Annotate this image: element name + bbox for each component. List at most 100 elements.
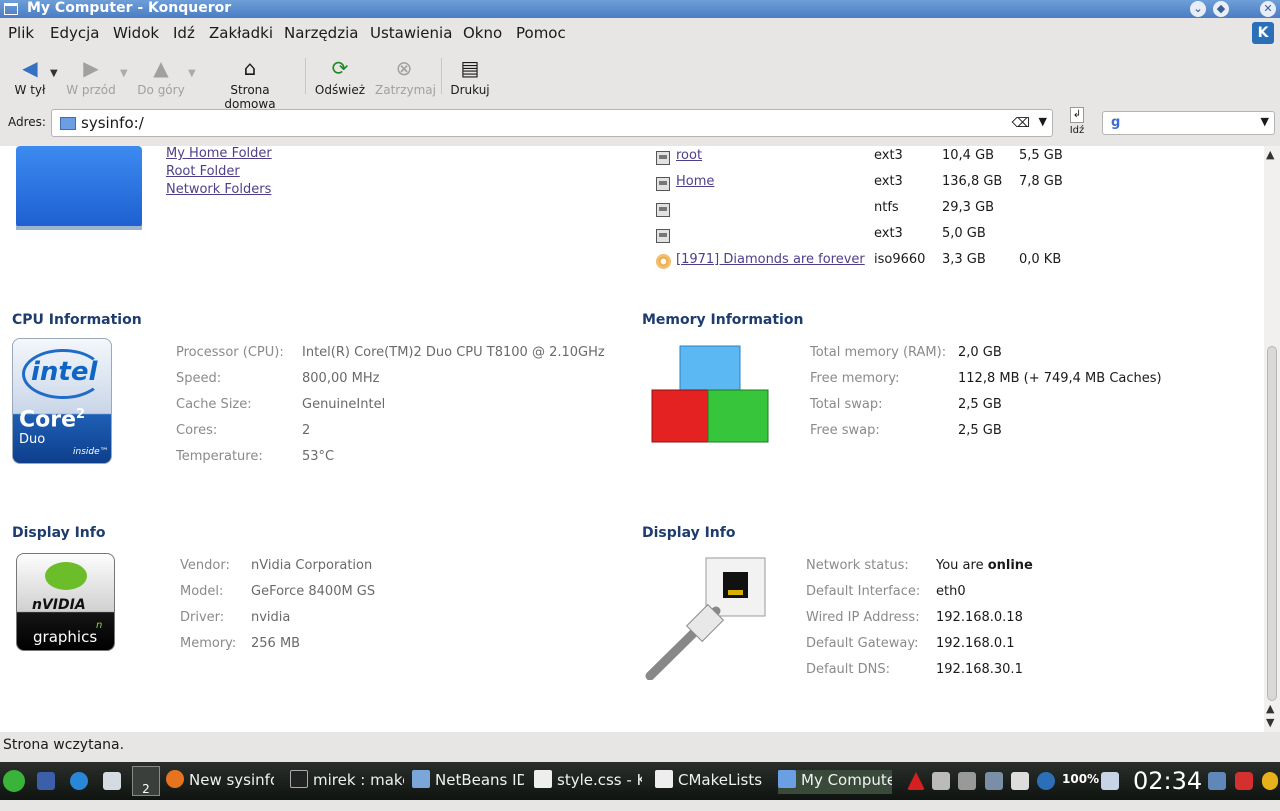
back-button[interactable]: ◀ W tył: [12, 56, 48, 97]
stop-icon: ⊗: [395, 56, 413, 80]
scrollbar-thumb[interactable]: [1267, 346, 1277, 701]
lock-screen-icon[interactable]: [1208, 772, 1226, 790]
google-search-icon[interactable]: g: [1111, 115, 1120, 130]
desktop-pager[interactable]: 2: [132, 766, 160, 796]
task-terminal[interactable]: mirek : make: [290, 770, 404, 794]
drive-name-link[interactable]: [1971] Diamonds are forever: [676, 252, 865, 267]
task-my-computer[interactable]: My Compute: [778, 770, 892, 794]
updates-icon[interactable]: [1037, 772, 1055, 790]
window-title: My Computer - Konqueror: [27, 0, 232, 16]
network-tray-icon[interactable]: [1011, 772, 1029, 790]
vertical-scrollbar[interactable]: ▲ ▲ ▼: [1264, 146, 1280, 732]
memory-value: 112,8 MB (+ 749,4 MB Caches): [958, 371, 1162, 386]
intel-line3: inside™: [73, 447, 109, 457]
drive-size: 3,3 GB: [942, 252, 986, 267]
network-label: Default Interface:: [806, 584, 921, 599]
logout-icon[interactable]: [1235, 772, 1253, 790]
reload-label: Odśwież: [314, 83, 366, 97]
scroll-down-icon[interactable]: ▼: [1266, 716, 1274, 729]
display-label: Vendor:: [180, 558, 230, 573]
laptop-icon[interactable]: [1101, 772, 1119, 790]
clipboard-icon[interactable]: [103, 772, 121, 790]
task-new-sysinfo[interactable]: New sysinfo: [166, 770, 274, 794]
go-label: Idź: [1069, 125, 1085, 136]
search-dropdown-icon[interactable]: ▼: [1261, 115, 1269, 128]
memory-label: Total memory (RAM):: [810, 345, 947, 360]
warning-icon[interactable]: [907, 772, 925, 790]
menu-idz[interactable]: Idź: [173, 24, 195, 42]
reload-button[interactable]: ⟳ Odśwież: [313, 56, 367, 97]
firefox-icon: [166, 770, 184, 788]
network-cable-icon: [645, 557, 766, 680]
show-desktop-icon[interactable]: [37, 772, 55, 790]
desktop-number: 2: [142, 782, 150, 796]
task-cmakelists[interactable]: CMakeLists: [655, 770, 767, 794]
intel-line1: Core: [19, 407, 77, 433]
plasma-cashew-icon[interactable]: [1262, 772, 1278, 790]
address-dropdown-icon[interactable]: ▼: [1039, 115, 1047, 128]
menu-ustawienia[interactable]: Ustawienia: [370, 24, 452, 42]
go-button[interactable]: ↲ Idź: [1066, 107, 1088, 136]
memory-cubes-icon: [651, 345, 769, 443]
kwallet-icon[interactable]: [985, 772, 1003, 790]
hdd-icon[interactable]: [656, 229, 670, 243]
kde-logo-icon: K: [1252, 22, 1274, 44]
window-icon[interactable]: [4, 3, 18, 15]
forward-label: W przód: [66, 83, 116, 97]
back-arrow-icon: ◀: [22, 56, 38, 80]
browser-launcher-icon[interactable]: [70, 772, 88, 790]
drive-size: 29,3 GB: [942, 200, 995, 215]
stop-button[interactable]: ⊗ Zatrzymaj: [375, 56, 436, 97]
address-value[interactable]: sysinfo:/: [81, 114, 144, 132]
menu-narzedzia[interactable]: Narzędzia: [284, 24, 358, 42]
up-label: Do góry: [137, 83, 185, 97]
root-folder-link[interactable]: Root Folder: [166, 164, 240, 179]
volume-icon[interactable]: [932, 772, 950, 790]
status-bar: Strona wczytana.: [0, 732, 1280, 758]
home-button[interactable]: ⌂ Strona domowa: [204, 56, 296, 111]
menu-pomoc[interactable]: Pomoc: [516, 24, 566, 42]
scroll-up-icon[interactable]: ▲: [1266, 702, 1274, 715]
task-label: CMakeLists: [678, 771, 763, 789]
task-netbeans[interactable]: NetBeans ID: [412, 770, 524, 794]
text-editor-icon: [655, 770, 673, 788]
home-folder-link[interactable]: My Home Folder: [166, 146, 272, 161]
clear-address-icon[interactable]: ⌫: [1012, 116, 1030, 131]
clock[interactable]: 02:34: [1133, 767, 1202, 795]
up-button[interactable]: ▲ Do góry: [136, 56, 186, 97]
battery-percent[interactable]: 100%: [1062, 772, 1099, 786]
menu-widok[interactable]: Widok: [113, 24, 159, 42]
back-history-dropdown[interactable]: ▼: [50, 68, 58, 79]
drive-name-link[interactable]: Home: [676, 174, 714, 189]
cpu-value: 2: [302, 423, 311, 438]
terminal-icon: [290, 770, 308, 788]
print-button[interactable]: ▤ Drukuj: [449, 56, 491, 97]
clipper-icon[interactable]: [958, 772, 976, 790]
menu-zakladki[interactable]: Zakładki: [209, 24, 273, 42]
menu-edycja[interactable]: Edycja: [50, 24, 99, 42]
netbeans-icon: [412, 770, 430, 788]
scroll-up-icon[interactable]: ▲: [1266, 148, 1274, 161]
network-status: You are online: [936, 558, 1033, 573]
task-style-css[interactable]: style.css - K: [534, 770, 642, 794]
hdd-icon[interactable]: [656, 203, 670, 217]
display-value: nVidia Corporation: [251, 558, 373, 573]
maximize-button[interactable]: ◆: [1213, 1, 1229, 17]
forward-button[interactable]: ▶ W przód: [66, 56, 116, 97]
minimize-button[interactable]: ⌄: [1190, 1, 1206, 17]
network-value: 192.168.0.18: [936, 610, 1023, 625]
close-button[interactable]: ✕: [1260, 1, 1276, 17]
web-search-input[interactable]: g ▼: [1102, 111, 1275, 135]
up-dropdown[interactable]: ▼: [188, 68, 196, 79]
menu-okno[interactable]: Okno: [463, 24, 502, 42]
display-label: Driver:: [180, 610, 225, 625]
task-label: mirek : make: [313, 771, 404, 789]
network-value: 192.168.30.1: [936, 662, 1023, 677]
network-folders-link[interactable]: Network Folders: [166, 182, 271, 197]
address-input[interactable]: sysinfo:/ ⌫ ▼: [51, 109, 1053, 137]
start-menu-icon[interactable]: [3, 770, 25, 792]
menu-plik[interactable]: Plik: [8, 24, 34, 42]
drive-name-link[interactable]: root: [676, 148, 702, 163]
title-bar[interactable]: My Computer - Konqueror ⌄ ◆ ✕: [0, 0, 1280, 18]
forward-history-dropdown[interactable]: ▼: [120, 68, 128, 79]
